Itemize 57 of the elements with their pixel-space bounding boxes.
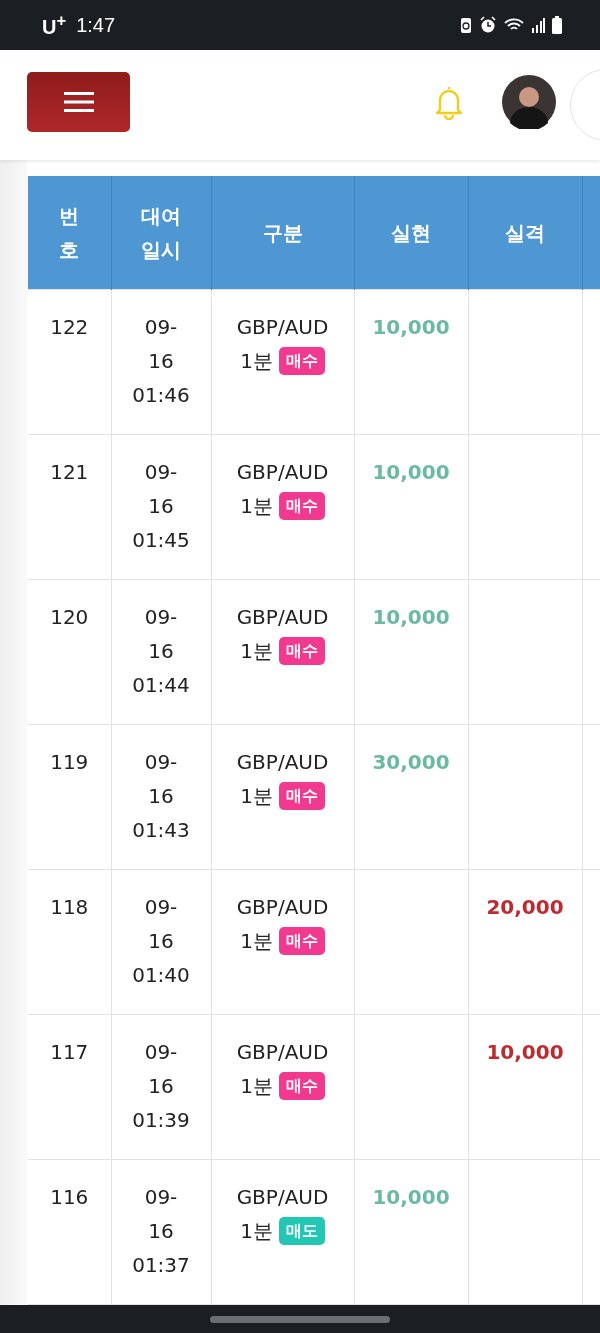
table-cell-text: GBP/AUD xyxy=(235,749,330,776)
table-cell: 118 xyxy=(28,869,111,1015)
avatar[interactable] xyxy=(502,75,556,129)
table-cell-text: GBP/AUD xyxy=(235,894,330,921)
table-cell-text: GBP/AUD xyxy=(235,1184,330,1211)
table-cell: 09- 16 01:39 xyxy=(111,1014,211,1160)
menu-icon xyxy=(63,91,94,112)
period-label: 1분 xyxy=(240,1073,273,1100)
column-header: 실격 xyxy=(468,176,582,290)
table-cell: 117 xyxy=(28,1014,111,1160)
side-badge: 매수 xyxy=(278,347,325,375)
realized-amount: 10,000 xyxy=(372,460,450,484)
menu-button[interactable] xyxy=(27,71,130,132)
table-cell-text: GBP/AUD xyxy=(235,459,330,486)
table-cell: 09- 16 01:43 xyxy=(111,724,211,870)
table-cell: 120 xyxy=(28,579,111,725)
period-label: 1분 xyxy=(240,493,273,520)
side-badge: 매수 xyxy=(278,1072,325,1100)
signal-icon xyxy=(531,17,545,33)
realized-amount: 30,000 xyxy=(372,750,450,774)
alarm-icon xyxy=(479,16,497,34)
carrier-label: U$^{+}$ xyxy=(42,11,67,39)
table-cell: 121 xyxy=(28,434,111,580)
realized-amount: 10,000 xyxy=(372,1185,450,1209)
side-badge: 매수 xyxy=(278,927,325,955)
table-cell: 119 xyxy=(28,724,111,870)
clock-time: 1:47 xyxy=(76,13,116,37)
home-handle[interactable] xyxy=(210,1315,390,1323)
table-cell: 09- 16 01:44 xyxy=(111,579,211,725)
loss-amount: 20,000 xyxy=(486,895,564,919)
column-header: 구분 xyxy=(211,176,354,290)
table-cell-text: GBP/AUD xyxy=(235,604,330,631)
table-cell: 09- 16 01:46 xyxy=(111,289,211,435)
table-cell: 09- 16 01:37 xyxy=(111,1159,211,1305)
column-header: 대여 일시 xyxy=(111,176,211,290)
column-header: 실현 xyxy=(354,176,468,290)
table-cell: 09- 16 01:40 xyxy=(111,869,211,1015)
table-cell: 09- 16 01:45 xyxy=(111,434,211,580)
table-cell-text: GBP/AUD xyxy=(235,1039,330,1066)
period-label: 1분 xyxy=(240,1218,273,1245)
period-label: 1분 xyxy=(240,928,273,955)
battery-saver-icon xyxy=(460,16,472,34)
side-badge: 매수 xyxy=(278,637,325,665)
side-badge: 매수 xyxy=(278,492,325,520)
side-badge: 매도 xyxy=(278,1217,325,1245)
table-cell: 116 xyxy=(28,1159,111,1305)
table-cell-text: GBP/AUD xyxy=(235,314,330,341)
period-label: 1분 xyxy=(240,638,273,665)
realized-amount: 10,000 xyxy=(372,605,450,629)
column-header: 번 호 xyxy=(28,176,111,290)
table-cell: 122 xyxy=(28,289,111,435)
battery-icon xyxy=(552,16,562,34)
period-label: 1분 xyxy=(240,783,273,810)
side-badge: 매수 xyxy=(278,782,325,810)
realized-amount: 10,000 xyxy=(372,315,450,339)
loss-amount: 10,000 xyxy=(486,1040,564,1064)
period-label: 1분 xyxy=(240,348,273,375)
